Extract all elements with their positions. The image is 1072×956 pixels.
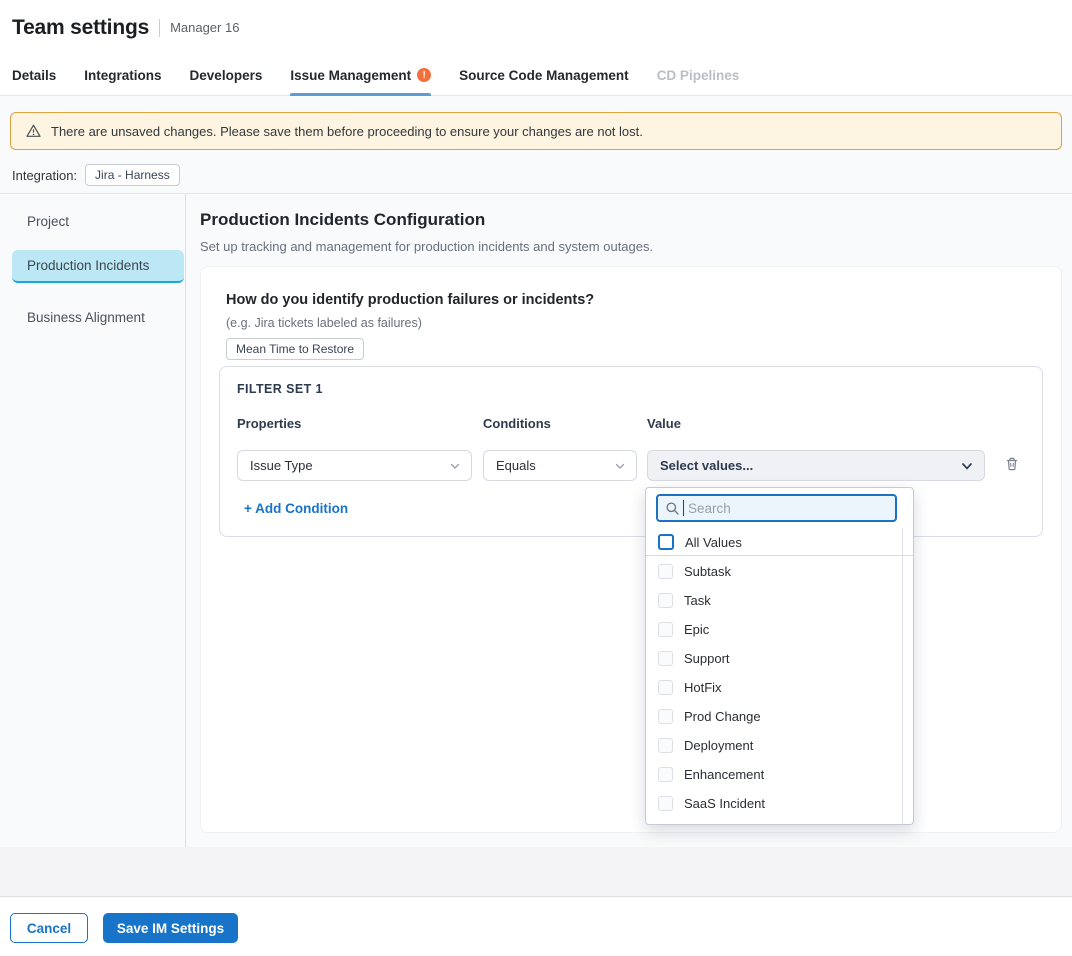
- checkbox[interactable]: [658, 709, 673, 724]
- config-hint: (e.g. Jira tickets labeled as failures): [226, 316, 422, 330]
- integration-row: Integration: Jira - Harness: [12, 164, 180, 186]
- checkbox[interactable]: [658, 738, 673, 753]
- tab-issue-management[interactable]: Issue Management !: [290, 55, 431, 95]
- option-saas-incident[interactable]: SaaS Incident: [646, 789, 913, 818]
- checkbox[interactable]: [658, 593, 673, 608]
- option-task[interactable]: Task: [646, 586, 913, 615]
- checkbox[interactable]: [658, 767, 673, 782]
- option-hotfix[interactable]: HotFix: [646, 673, 913, 702]
- add-condition-button[interactable]: + Add Condition: [244, 501, 348, 516]
- checkbox[interactable]: [658, 651, 673, 666]
- warning-badge-icon: !: [417, 68, 431, 82]
- column-header-conditions: Conditions: [483, 416, 551, 431]
- search-icon: [665, 501, 680, 516]
- page-subtitle: Manager 16: [170, 20, 239, 35]
- option-subtask[interactable]: Subtask: [646, 557, 913, 586]
- metric-chip[interactable]: Mean Time to Restore: [226, 338, 364, 360]
- trash-icon: [1003, 455, 1021, 473]
- incidents-config-card: How do you identify production failures …: [200, 266, 1062, 833]
- title-divider: [159, 19, 160, 37]
- section-title: Production Incidents Configuration: [200, 210, 485, 230]
- option-deployment[interactable]: Deployment: [646, 731, 913, 760]
- sidebar-item-project[interactable]: Project: [12, 206, 184, 236]
- tab-cd-pipelines: CD Pipelines: [657, 55, 740, 95]
- option-enhancement[interactable]: Enhancement: [646, 760, 913, 789]
- tab-source-code-management[interactable]: Source Code Management: [459, 55, 629, 95]
- checkbox[interactable]: [658, 680, 673, 695]
- integration-chip[interactable]: Jira - Harness: [85, 164, 180, 186]
- sidebar-item-business-alignment[interactable]: Business Alignment: [12, 302, 184, 332]
- text-cursor: [683, 500, 684, 516]
- cancel-button[interactable]: Cancel: [10, 913, 88, 943]
- settings-sidebar: Project Production Incidents Business Al…: [0, 194, 186, 847]
- tab-integrations[interactable]: Integrations: [84, 55, 161, 95]
- option-all-values[interactable]: All Values: [646, 529, 913, 556]
- team-settings-page: Team settings Manager 16 Details Integra…: [0, 0, 1072, 956]
- page-header: Team settings Manager 16: [0, 0, 1072, 55]
- filter-set-title: FILTER SET 1: [237, 382, 323, 396]
- save-im-settings-button[interactable]: Save IM Settings: [103, 913, 238, 943]
- chevron-down-icon: [960, 459, 974, 473]
- dropdown-search[interactable]: [656, 494, 897, 522]
- footer-bar: Cancel Save IM Settings: [0, 898, 1072, 956]
- integration-label: Integration:: [12, 168, 77, 183]
- chevron-down-icon: [614, 460, 626, 472]
- value-select[interactable]: Select values...: [647, 450, 985, 481]
- dropdown-option-list: Subtask Task Epic Support HotFix Prod Ch…: [646, 557, 913, 825]
- section-subtitle: Set up tracking and management for produ…: [200, 239, 653, 254]
- search-input[interactable]: [688, 501, 868, 516]
- delete-filter-button[interactable]: [1003, 455, 1023, 475]
- checkbox[interactable]: [658, 796, 673, 811]
- checkbox[interactable]: [658, 534, 674, 550]
- column-header-value: Value: [647, 416, 681, 431]
- option-epic[interactable]: Epic: [646, 615, 913, 644]
- page-title: Team settings: [12, 16, 149, 40]
- column-header-properties: Properties: [237, 416, 301, 431]
- property-select[interactable]: Issue Type: [237, 450, 472, 481]
- option-support[interactable]: Support: [646, 644, 913, 673]
- sidebar-item-production-incidents[interactable]: Production Incidents: [12, 250, 184, 283]
- checkbox[interactable]: [658, 564, 673, 579]
- footer-strip: [0, 847, 1072, 897]
- chevron-down-icon: [449, 460, 461, 472]
- filter-set-card: FILTER SET 1 Properties Conditions Value…: [219, 366, 1043, 537]
- tab-details[interactable]: Details: [12, 55, 56, 95]
- option-customer-notification[interactable]: Customer Notification: [646, 818, 913, 825]
- banner-text: There are unsaved changes. Please save t…: [51, 124, 643, 139]
- checkbox[interactable]: [658, 622, 673, 637]
- option-prod-change[interactable]: Prod Change: [646, 702, 913, 731]
- dropdown-scrollbar[interactable]: [902, 528, 913, 824]
- tab-developers[interactable]: Developers: [190, 55, 263, 95]
- condition-select[interactable]: Equals: [483, 450, 637, 481]
- value-select-dropdown: All Values Subtask Task Epic Support Hot…: [645, 487, 914, 825]
- unsaved-changes-banner: There are unsaved changes. Please save t…: [10, 112, 1062, 150]
- config-question: How do you identify production failures …: [226, 292, 594, 308]
- warning-triangle-icon: [25, 123, 42, 139]
- tab-bar: Details Integrations Developers Issue Ma…: [0, 55, 1072, 96]
